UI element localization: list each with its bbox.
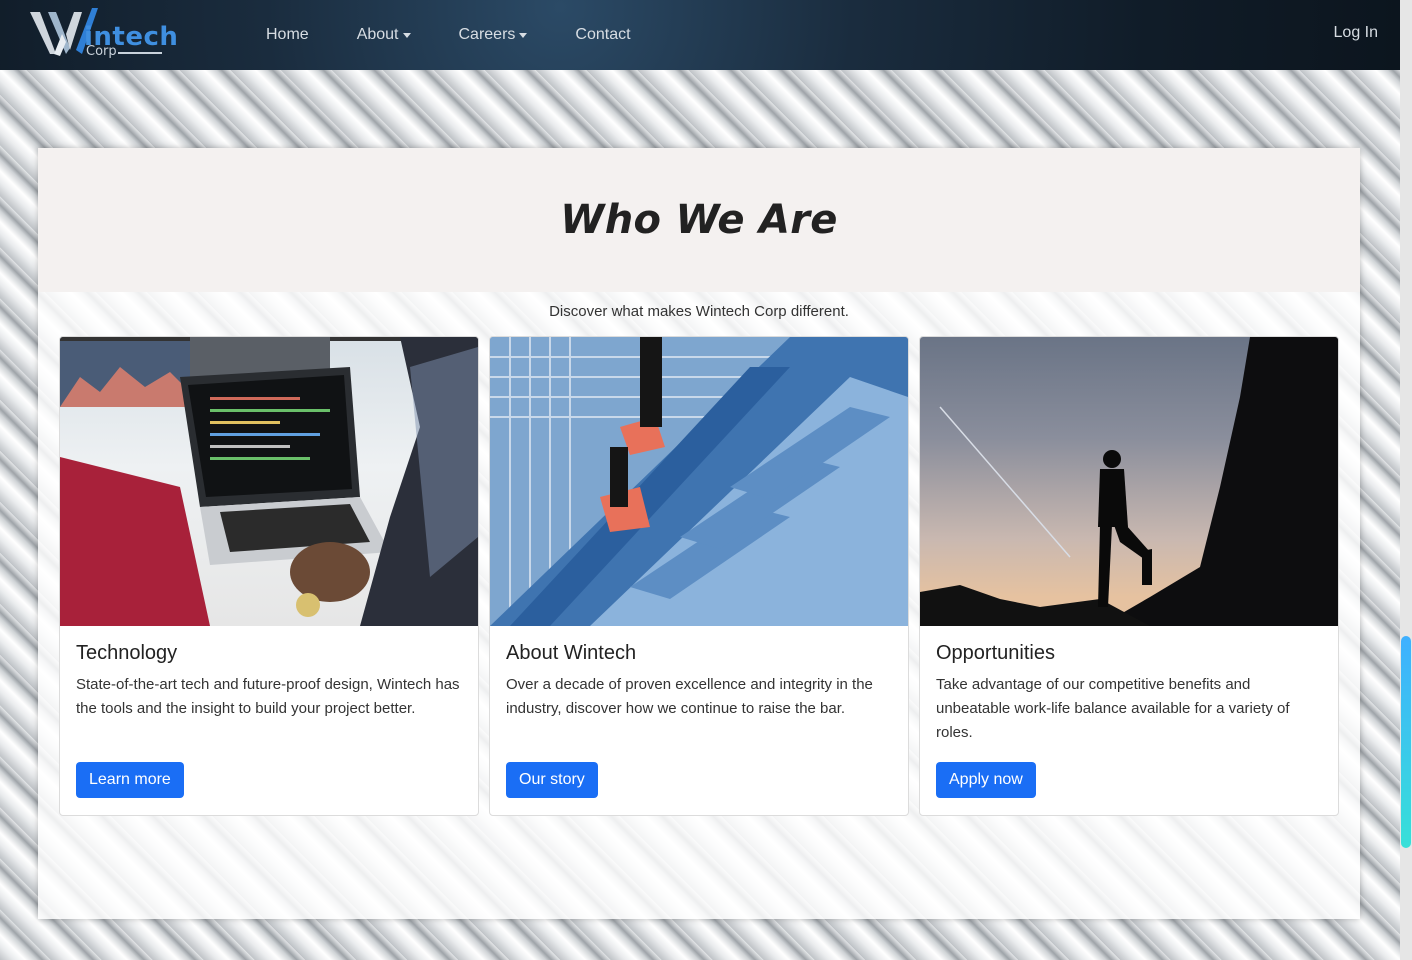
page-subtitle: Discover what makes Wintech Corp differe… xyxy=(549,303,849,320)
stairs-scene-illustration xyxy=(490,337,908,626)
card-text: Over a decade of proven excellence and i… xyxy=(506,676,873,717)
who-we-are-panel: Who We Are Discover what makes Wintech C… xyxy=(38,148,1360,919)
navbar: intech Corp Home About Careers Contact L… xyxy=(0,0,1400,70)
nav-about-label: About xyxy=(356,26,399,43)
caret-down-icon xyxy=(402,32,411,38)
laptop-photo xyxy=(60,337,478,626)
card-opportunities: Opportunities Take advantage of our comp… xyxy=(919,336,1339,816)
page-title: Who We Are xyxy=(560,197,838,243)
nav-contact[interactable]: Contact xyxy=(575,26,630,44)
nav-careers-dropdown[interactable]: Careers xyxy=(459,26,528,44)
silhouette-scene-illustration xyxy=(920,337,1338,626)
login-link[interactable]: Log In xyxy=(1334,24,1378,42)
card-title: Technology xyxy=(76,642,178,664)
nav-links: Home About Careers Contact xyxy=(266,0,679,70)
brand-underline xyxy=(118,52,162,54)
nav-careers-label: Careers xyxy=(458,26,516,43)
nav-home-label: Home xyxy=(266,26,309,43)
nav-about-dropdown[interactable]: About xyxy=(357,26,411,44)
card-technology: Technology State-of-the-art tech and fut… xyxy=(59,336,479,816)
nav-home[interactable]: Home xyxy=(266,26,309,44)
our-story-button[interactable]: Our story xyxy=(506,762,598,798)
hero-banner: Who We Are xyxy=(38,148,1360,292)
learn-more-button[interactable]: Learn more xyxy=(76,762,184,798)
scrollbar-track[interactable] xyxy=(1400,0,1412,960)
brand-sub: Corp xyxy=(86,44,117,59)
card-row: Technology State-of-the-art tech and fut… xyxy=(59,336,1349,816)
scrollbar-thumb[interactable] xyxy=(1401,636,1411,848)
card-title: About Wintech xyxy=(506,642,637,664)
apply-now-button[interactable]: Apply now xyxy=(936,762,1036,798)
silhouette-photo xyxy=(920,337,1338,626)
brand-logo[interactable]: intech Corp xyxy=(26,4,178,62)
nav-contact-label: Contact xyxy=(575,26,631,43)
card-text: State-of-the-art tech and future-proof d… xyxy=(76,676,460,717)
stairs-photo xyxy=(490,337,908,626)
caret-down-icon xyxy=(519,32,528,38)
card-about: About Wintech Over a decade of proven ex… xyxy=(489,336,909,816)
card-title: Opportunities xyxy=(936,642,1055,664)
card-text: Take advantage of our competitive benefi… xyxy=(936,676,1290,741)
laptop-scene-illustration xyxy=(60,337,478,626)
